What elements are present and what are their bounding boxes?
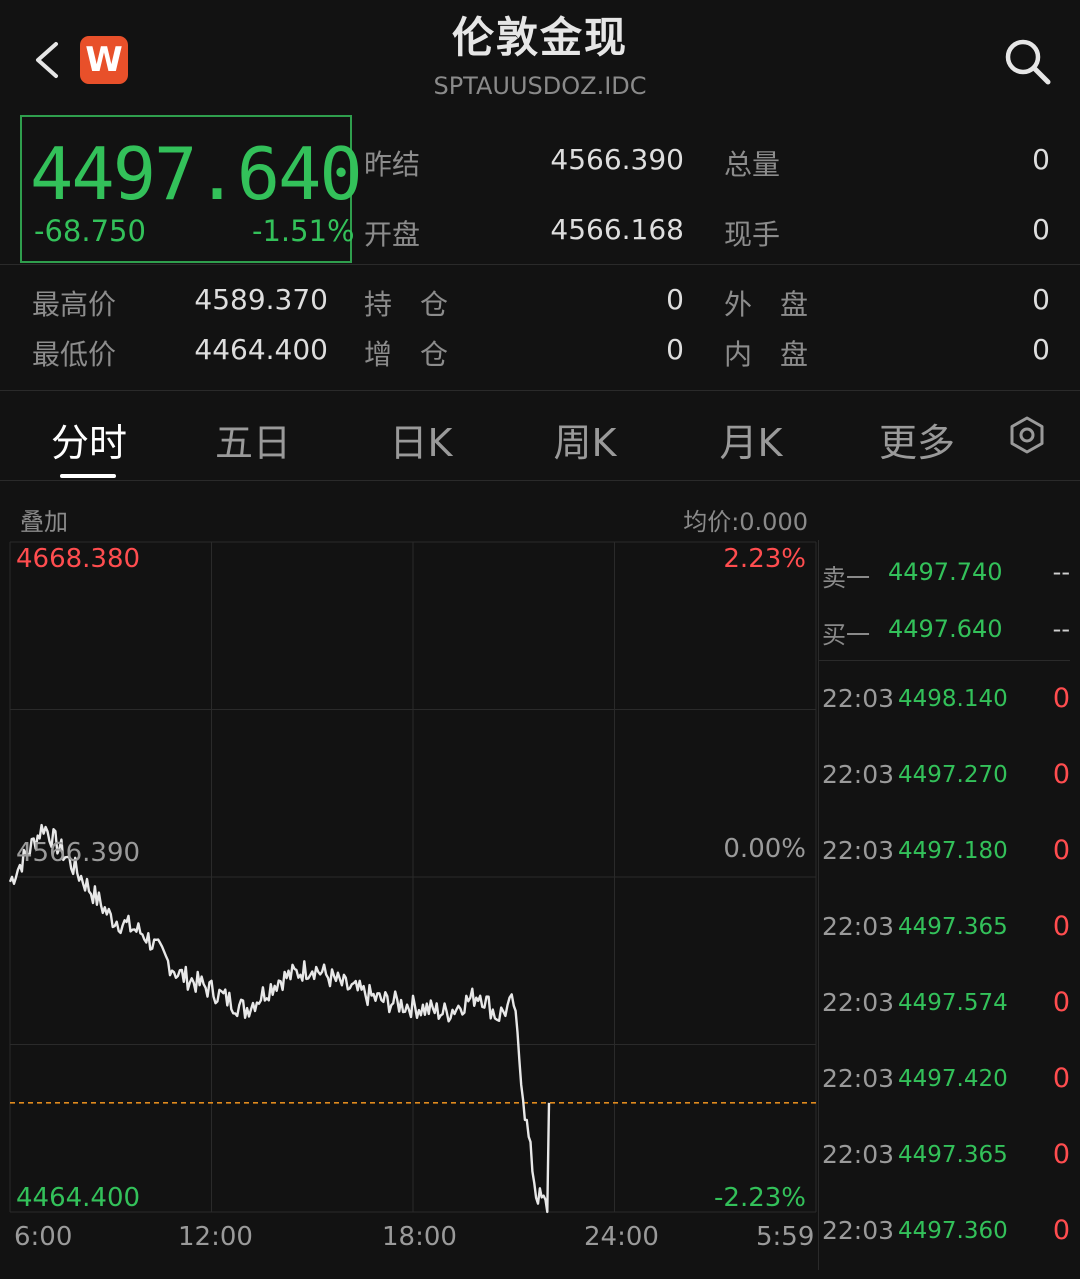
x-axis-label: 6:00 [14, 1222, 73, 1252]
tick-time: 22:03 [822, 760, 895, 789]
tick-time: 22:03 [822, 988, 895, 1017]
divider [0, 390, 1080, 391]
y-axis-min-price: 4464.400 [16, 1183, 141, 1213]
x-axis-label: 24:00 [584, 1222, 659, 1252]
prev-settle-label: 昨结 [364, 148, 421, 181]
page-title: 伦敦金现 [451, 13, 628, 62]
tick-price: 4497.360 [898, 1218, 1008, 1244]
price-line [8, 823, 551, 1214]
settings-icon[interactable] [1006, 414, 1048, 456]
tick-volume: 0 [1052, 759, 1070, 790]
tick-time: 22:03 [822, 912, 895, 941]
current-lot-label: 现手 [724, 218, 781, 251]
ask-price: 4497.740 [888, 558, 1003, 586]
open-interest-value: 0 [666, 283, 684, 316]
low-value: 4464.400 [194, 333, 328, 366]
open-interest-label: 持 仓 [364, 288, 449, 321]
bid-volume: -- [1052, 615, 1070, 643]
tick-price: 4497.365 [898, 1142, 1008, 1168]
oi-change-value: 0 [666, 333, 684, 366]
tick-price: 4497.270 [898, 762, 1008, 788]
tick-volume: 0 [1052, 987, 1070, 1018]
overlay-button[interactable]: 叠加 [20, 502, 68, 537]
bid-price: 4497.640 [888, 615, 1003, 643]
tick-price: 4498.140 [898, 686, 1008, 712]
tick-volume: 0 [1052, 1215, 1070, 1246]
tick-volume: 0 [1052, 1139, 1070, 1170]
y-axis-ref-pct: 0.00% [723, 834, 806, 864]
tick-time: 22:03 [822, 1216, 895, 1245]
x-axis-label: 12:00 [178, 1222, 253, 1252]
outer-disk-label: 外 盘 [724, 288, 809, 321]
tick-price: 4497.574 [898, 990, 1008, 1016]
ask-label: 卖一 [822, 564, 870, 592]
y-axis-min-pct: -2.23% [714, 1183, 806, 1213]
symbol-code: SPTAUUSDOZ.IDC [433, 72, 647, 100]
tab-daily-k[interactable]: 日K [356, 412, 486, 467]
avg-price-label: 均价:0.000 [683, 508, 808, 536]
x-axis-label: 5:59 [756, 1222, 815, 1252]
y-axis-ref-price: 4566.390 [16, 838, 141, 868]
tick-time: 22:03 [822, 1064, 895, 1093]
oi-change-label: 增 仓 [364, 338, 449, 371]
panel-divider [818, 540, 819, 1270]
y-axis-max-price: 4668.380 [16, 544, 141, 574]
intraday-chart[interactable] [0, 540, 820, 1276]
divider [0, 480, 1080, 481]
prev-settle-value: 4566.390 [550, 143, 684, 176]
bid-label: 买一 [822, 621, 870, 649]
y-axis-max-pct: 2.23% [723, 544, 806, 574]
open-value: 4566.168 [550, 213, 684, 246]
tick-time: 22:03 [822, 684, 895, 713]
total-volume-label: 总量 [724, 148, 781, 181]
ask-volume: -- [1052, 558, 1070, 586]
high-label: 最高价 [32, 288, 117, 321]
last-price: 4497.640 [30, 132, 363, 216]
tab-monthly-k[interactable]: 月K [686, 412, 816, 467]
tick-time: 22:03 [822, 836, 895, 865]
tick-volume: 0 [1052, 835, 1070, 866]
tab-five-day[interactable]: 五日 [188, 412, 318, 467]
x-axis-label: 18:00 [382, 1222, 457, 1252]
tab-weekly-k[interactable]: 周K [520, 412, 650, 467]
tick-time: 22:03 [822, 1140, 895, 1169]
inner-disk-label: 内 盘 [724, 338, 809, 371]
low-label: 最低价 [32, 338, 117, 371]
tick-volume: 0 [1052, 911, 1070, 942]
current-lot-value: 0 [1032, 213, 1050, 246]
outer-disk-value: 0 [1032, 283, 1050, 316]
divider [818, 660, 1070, 661]
tick-price: 4497.180 [898, 838, 1008, 864]
tab-more[interactable]: 更多 [852, 412, 982, 467]
price-change-percent: -1.51% [252, 214, 355, 248]
price-change: -68.750 [34, 214, 146, 248]
active-tab-indicator [60, 474, 116, 478]
high-value: 4589.370 [194, 283, 328, 316]
tick-volume: 0 [1052, 1063, 1070, 1094]
inner-disk-value: 0 [1032, 333, 1050, 366]
tick-volume: 0 [1052, 683, 1070, 714]
tick-price: 4497.420 [898, 1066, 1008, 1092]
open-label: 开盘 [364, 218, 421, 251]
total-volume-value: 0 [1032, 143, 1050, 176]
tick-price: 4497.365 [898, 914, 1008, 940]
tab-intraday[interactable]: 分时 [24, 412, 154, 467]
divider [0, 264, 1080, 265]
search-icon[interactable] [1002, 36, 1052, 86]
